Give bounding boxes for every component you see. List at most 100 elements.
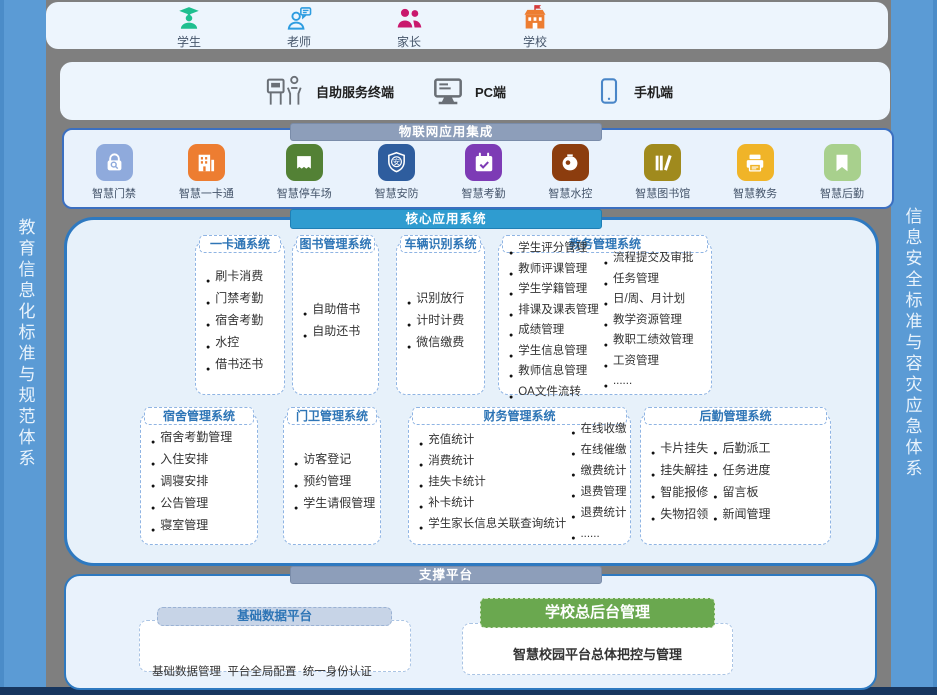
bullet-icon: ● bbox=[509, 267, 513, 283]
feature-item: ●消费统计 bbox=[419, 453, 566, 474]
user-role-label: 学校 bbox=[493, 33, 577, 50]
bullet-icon: ● bbox=[151, 434, 155, 451]
bullet-icon: ● bbox=[509, 308, 513, 324]
iot-app-label: 智慧考勤 bbox=[462, 185, 506, 201]
terminal-icon bbox=[432, 75, 464, 107]
feature-item: ●门禁考勤 bbox=[206, 290, 263, 312]
bullet-icon: ● bbox=[151, 478, 155, 495]
iot-app: 智慧图书馆 bbox=[635, 144, 690, 201]
feature-item: ●挂失解挂 bbox=[651, 462, 708, 484]
feature-item: ●工资管理 bbox=[604, 354, 694, 375]
iot-app-label: 智慧停车场 bbox=[277, 185, 332, 201]
iot-app-label: 智慧图书馆 bbox=[635, 185, 690, 201]
iot-app-label: 智慧一卡通 bbox=[179, 185, 234, 201]
core-systems-panel: 一卡通系统 ●刷卡消费 ●门禁考勤 ●宿舍考勤 ●水控 ●借书还书 图书管理系统 bbox=[64, 217, 879, 566]
feature-item: ●排课及课表管理 bbox=[509, 303, 599, 324]
system-box-title: 门卫管理系统 bbox=[287, 407, 377, 425]
iot-app-label: 智慧后勤 bbox=[820, 185, 864, 201]
bullet-icon: ● bbox=[604, 256, 608, 272]
terminal-label: PC端 bbox=[475, 82, 506, 101]
feature-item: ●借书还书 bbox=[206, 356, 263, 378]
user-role-icon bbox=[147, 5, 231, 32]
bullet-icon: ● bbox=[509, 349, 513, 365]
iot-app-tile-icon bbox=[824, 144, 861, 181]
feature-item: ●预约管理 bbox=[294, 473, 375, 495]
bullet-icon: ● bbox=[651, 489, 655, 506]
data-platform-box: 基础数据管理 平台全局配置 统一身份认证 用户账户与权限管理 单点登录 bbox=[139, 620, 411, 672]
bullet-icon: ● bbox=[651, 445, 655, 462]
bullet-icon: ● bbox=[206, 361, 210, 378]
feature-item: ●流程提交及审批 bbox=[604, 251, 694, 272]
system-box-title: 后勤管理系统 bbox=[644, 407, 827, 425]
feature-item: ●退费管理 bbox=[571, 484, 626, 505]
bullet-icon: ● bbox=[604, 379, 608, 395]
support-panel: 基础数据平台 基础数据管理 平台全局配置 统一身份认证 用户账户与权限管理 单点… bbox=[64, 574, 877, 690]
feature-item: ●缴费统计 bbox=[571, 463, 626, 484]
bullet-icon: ● bbox=[604, 297, 608, 313]
user-role-label: 学生 bbox=[147, 33, 231, 50]
user-role-label: 家长 bbox=[367, 33, 451, 50]
bullet-icon: ● bbox=[509, 246, 513, 262]
feature-item: ●补卡统计 bbox=[419, 495, 566, 516]
feature-item: ●退费统计 bbox=[571, 505, 626, 526]
feature-item: ●教学资源管理 bbox=[604, 313, 694, 334]
bullet-icon: ● bbox=[571, 447, 575, 463]
bullet-icon: ● bbox=[509, 369, 513, 385]
iot-app: 智慧后勤 bbox=[820, 144, 864, 201]
feature-item: ●水控 bbox=[206, 334, 263, 356]
feature-item: ●教职工绩效管理 bbox=[604, 333, 694, 354]
feature-item: ●调寝安排 bbox=[151, 473, 232, 495]
system-box-academic-affairs: 教务管理系统 ●学生评分管理 ●教师评课管理 ●学生学籍管理 ●排课及课表管理 … bbox=[498, 241, 712, 395]
bullet-icon: ● bbox=[206, 273, 210, 290]
bullet-icon: ● bbox=[206, 317, 210, 334]
bullet-icon: ● bbox=[419, 521, 423, 537]
system-box-logistics: 后勤管理系统 ●卡片挂失 ●挂失解挂 ●智能报修 ●失物招领 ●后勤派工 ●任务… bbox=[640, 413, 831, 545]
feature-item: ●在线催缴 bbox=[571, 442, 626, 463]
feature-item: ●在线收缴 bbox=[571, 421, 626, 442]
system-box-library: 图书管理系统 ●自助借书 ●自助还书 bbox=[292, 241, 379, 395]
iot-app: 智慧门禁 bbox=[92, 144, 136, 201]
user-role: 家长 bbox=[367, 5, 451, 50]
data-platform-line: 基础数据管理 平台全局配置 统一身份认证 bbox=[152, 665, 410, 680]
system-box-dormitory: 宿舍管理系统 ●宿舍考勤管理 ●入住安排 ●调寝安排 ●公告管理 ●寝室管理 bbox=[140, 413, 258, 545]
iot-app-tile-icon bbox=[96, 144, 133, 181]
iot-app-tile-icon bbox=[737, 144, 774, 181]
terminal-type: 自助服务终端 bbox=[265, 62, 394, 120]
bullet-icon: ● bbox=[571, 489, 575, 505]
users-panel: 学生 老师 家长 学校 bbox=[46, 2, 888, 49]
bullet-icon: ● bbox=[604, 277, 608, 293]
bullet-icon: ● bbox=[419, 458, 423, 474]
user-role: 老师 bbox=[257, 5, 341, 50]
bullet-icon: ● bbox=[571, 531, 575, 547]
feature-item: ●教师评课管理 bbox=[509, 262, 599, 283]
feature-item: ●识别放行 bbox=[407, 290, 464, 312]
data-platform-title: 基础数据平台 bbox=[157, 607, 392, 626]
system-box-gatekeeper: 门卫管理系统 ●访客登记 ●预约管理 ●学生请假管理 bbox=[283, 413, 381, 545]
feature-item: ●自助借书 bbox=[303, 301, 360, 323]
bullet-icon: ● bbox=[713, 489, 717, 506]
iot-app-tile-icon bbox=[465, 144, 502, 181]
left-standards-bar: 教育信息化标准与规范体系 bbox=[0, 0, 46, 687]
right-security-label: 信息安全标准与容灾应急体系 bbox=[900, 207, 925, 480]
bullet-icon: ● bbox=[407, 317, 411, 334]
iot-app: 智慧教务 bbox=[733, 144, 777, 201]
bullet-icon: ● bbox=[407, 339, 411, 356]
svg-text:安: 安 bbox=[393, 157, 400, 166]
bullet-icon: ● bbox=[571, 468, 575, 484]
bullet-icon: ● bbox=[651, 467, 655, 484]
system-box-onecard: 一卡通系统 ●刷卡消费 ●门禁考勤 ●宿舍考勤 ●水控 ●借书还书 bbox=[195, 241, 285, 395]
bullet-icon: ● bbox=[713, 467, 717, 484]
user-role-icon bbox=[493, 5, 577, 32]
bullet-icon: ● bbox=[509, 328, 513, 344]
bullet-icon: ● bbox=[151, 456, 155, 473]
school-backend-desc: 智慧校园平台总体把控与管理 bbox=[513, 636, 682, 663]
feature-item: ●寝室管理 bbox=[151, 517, 232, 539]
feature-item: ●智能报修 bbox=[651, 484, 708, 506]
smart-campus-architecture-diagram: 教育信息化标准与规范体系 信息安全标准与容灾应急体系 学生 老师 家长 bbox=[0, 0, 937, 695]
left-standards-label: 教育信息化标准与规范体系 bbox=[13, 218, 38, 470]
feature-item: ●学生家长信息关联查询统计 bbox=[419, 516, 566, 537]
feature-item: ●卡片挂失 bbox=[651, 440, 708, 462]
feature-item: ●学生信息管理 bbox=[509, 344, 599, 365]
system-box-title: 宿舍管理系统 bbox=[144, 407, 254, 425]
iot-app-tile-icon bbox=[552, 144, 589, 181]
